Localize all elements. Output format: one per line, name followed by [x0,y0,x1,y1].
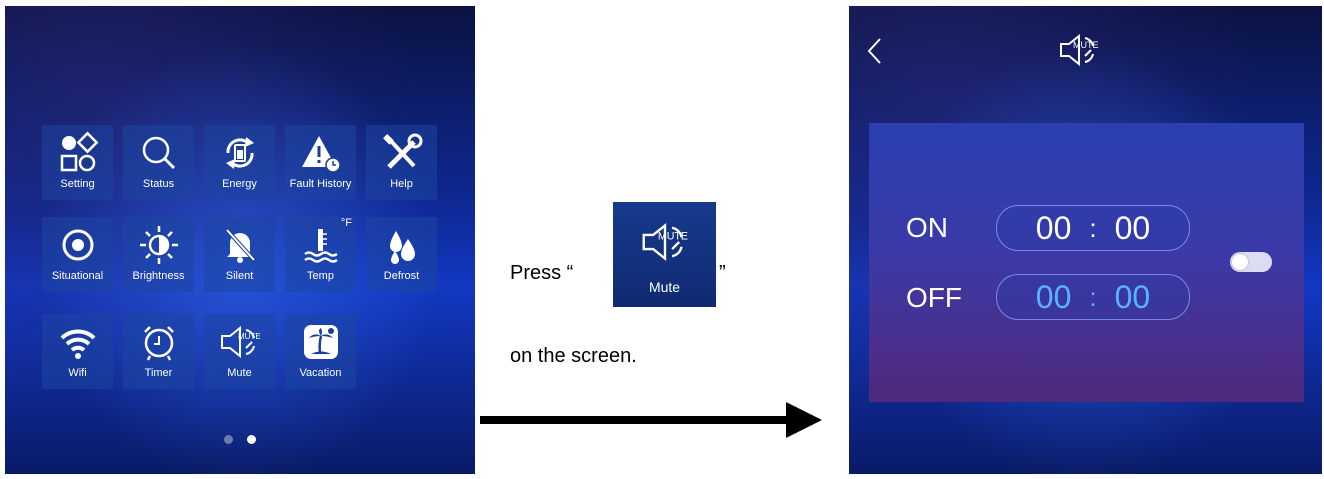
page-dot[interactable] [224,435,233,444]
tile-label: Mute [227,367,252,379]
wifi-tile[interactable]: Wifi [42,314,113,389]
alarm-clock-icon [123,320,194,364]
off-hours[interactable]: 00 [1036,279,1072,316]
tile-label: Vacation [299,367,342,379]
mute-settings-screen: MUTE ON 00 : 00 OFF 00 : 00 [849,6,1322,474]
off-minutes[interactable]: 00 [1115,279,1151,316]
mute-button-sample: MUTE Mute [613,202,716,307]
energy-icon [204,131,275,175]
tile-label: Situational [51,270,104,282]
tile-label: Brightness [132,270,185,282]
help-tile[interactable]: Help [366,125,437,200]
setting-icon [42,131,113,175]
power-icon [42,223,113,267]
brightness-tile[interactable]: Brightness [123,217,194,292]
tile-label: Setting [60,178,95,190]
tile-label: Fault History [289,178,352,190]
instruction-line2: on the screen. [510,345,637,367]
tile-label: Wifi [68,367,87,379]
tile-label: Energy [222,178,257,190]
brightness-icon [123,223,194,267]
fault-history-tile[interactable]: Fault History [285,125,356,200]
mute-icon: MUTE [204,320,275,364]
mute-button-label: Mute [648,279,681,295]
mute-icon-text: MUTE [238,332,261,341]
vacation-tile[interactable]: Vacation [285,314,356,389]
search-icon [123,131,194,175]
toggle-knob [1232,254,1248,270]
tile-label: Defrost [383,270,420,282]
back-chevron-icon[interactable] [865,36,883,71]
off-label: OFF [906,282,962,313]
mute-tile[interactable]: MUTE Mute [204,314,275,389]
mute-toggle[interactable] [1230,252,1272,272]
tile-label: Temp [307,270,334,282]
droplets-icon [366,223,437,267]
status-tile[interactable]: Status [123,125,194,200]
warning-icon [285,131,356,175]
temp-unit: °F [340,217,352,229]
page-dot-active[interactable] [247,435,256,444]
mute-icon: MUTE [1053,28,1105,77]
tools-icon [366,131,437,175]
palm-tree-icon [285,320,356,364]
off-separator: : [1089,281,1097,312]
bell-off-icon [204,223,275,267]
on-label: ON [906,212,948,243]
on-hours[interactable]: 00 [1036,210,1072,247]
mute-icon: MUTE [613,216,716,268]
mute-icon-text: MUTE [1073,40,1099,50]
tile-label: Timer [144,367,173,379]
energy-tile[interactable]: Energy [204,125,275,200]
temp-tile[interactable]: °F Temp [285,217,356,292]
thermometer-icon [285,223,356,267]
press-instruction-suffix: ” [719,262,726,284]
tile-label: Help [390,178,413,190]
on-time-field[interactable]: 00 : 00 [996,205,1190,251]
situational-tile[interactable]: Situational [42,217,113,292]
timer-tile[interactable]: Timer [123,314,194,389]
on-separator: : [1089,212,1097,243]
arrow-head-icon [786,402,822,438]
arrow-icon [480,416,790,424]
press-instruction-prefix: Press “ [510,262,574,284]
off-time-field[interactable]: 00 : 00 [996,274,1190,320]
tile-label: Status [142,178,175,190]
defrost-tile[interactable]: Defrost [366,217,437,292]
tile-label: Silent [225,270,254,282]
mute-icon-text: MUTE [657,231,687,243]
setting-tile[interactable]: Setting [42,125,113,200]
on-minutes[interactable]: 00 [1115,210,1151,247]
wifi-icon [42,320,113,364]
main-menu-screen: Setting Status Energy Fault History Help… [5,6,475,474]
silent-tile[interactable]: Silent [204,217,275,292]
